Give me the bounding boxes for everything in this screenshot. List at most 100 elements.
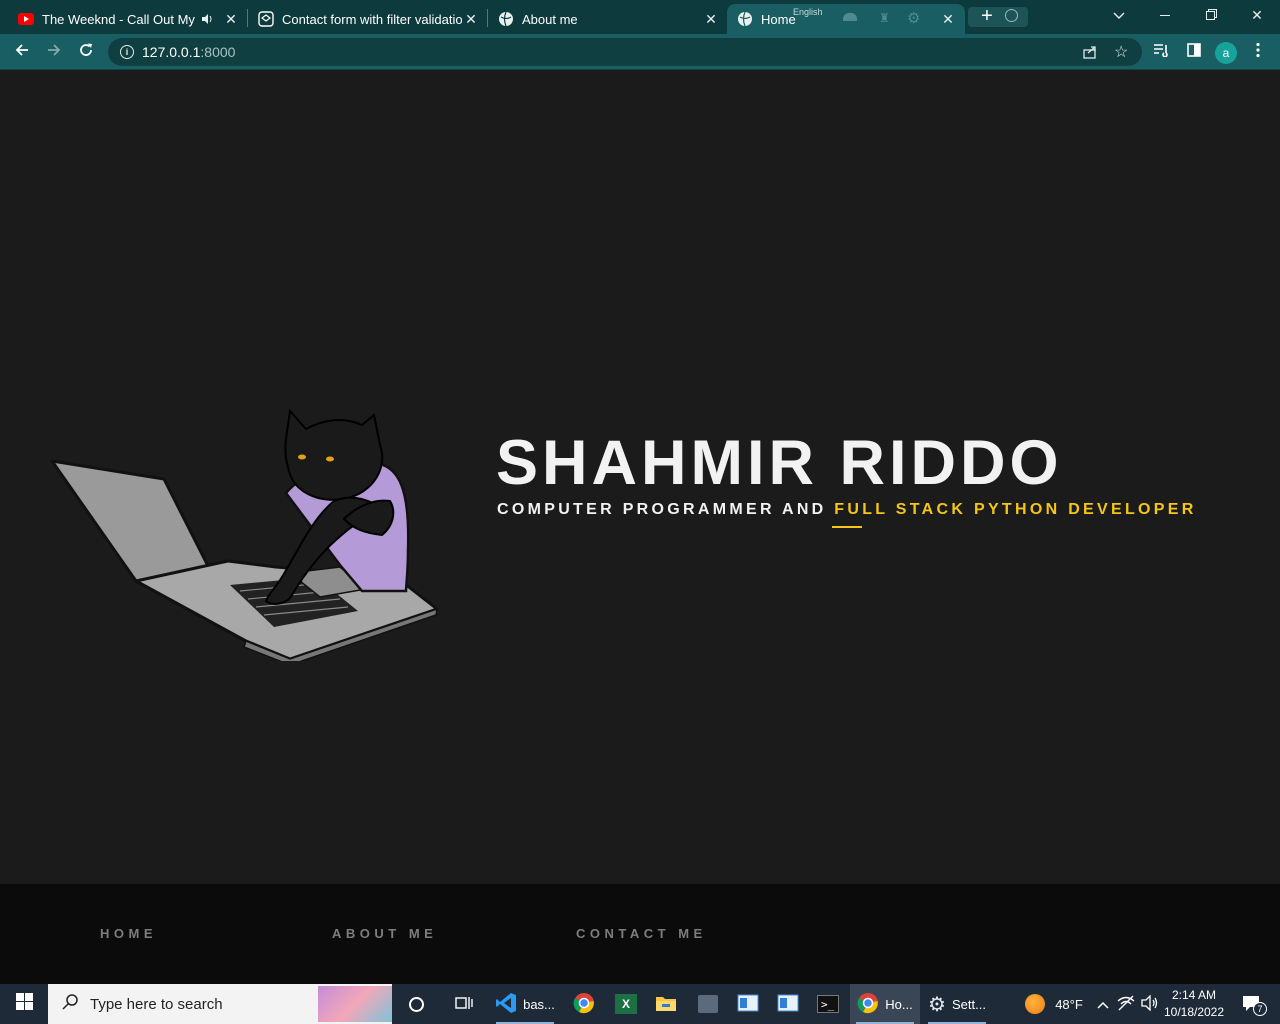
globe-icon [498,11,514,27]
taskbar-app-window-1[interactable] [728,984,768,1024]
hero-role-plain: COMPUTER PROGRAMMER AND [497,501,835,518]
side-panel-button[interactable] [1180,38,1208,66]
close-icon[interactable]: ✕ [939,10,957,28]
media-control-button[interactable] [1147,38,1175,66]
hero-accent-underline [832,526,862,528]
forward-button[interactable] [40,38,68,66]
tab-search-button[interactable] [1096,0,1142,30]
close-icon[interactable]: ✕ [222,10,240,28]
taskbar-search-box[interactable]: Type here to search [48,984,392,1024]
weather-temp: 48°F [1055,996,1083,1012]
taskbar-app-vscode[interactable]: bas... [490,984,560,1024]
tray-overflow-button[interactable] [1094,984,1112,1024]
search-highlight-image [318,986,392,1022]
volume-control[interactable] [1140,984,1160,1024]
tab-title: The Weeknd - Call Out My Name [42,11,198,27]
star-icon[interactable]: ☆ [1114,42,1128,62]
info-icon[interactable]: i [120,45,134,59]
vscode-icon [495,992,517,1017]
taskbar-app-keyboard[interactable] [688,984,728,1024]
tab-title: About me [522,11,578,27]
menu-button[interactable] [1244,38,1272,66]
footer-link-about[interactable]: ABOUT ME [332,926,437,941]
restore-button[interactable] [1188,0,1234,30]
network-status[interactable] [1116,984,1136,1024]
search-icon [62,994,78,1014]
page-viewport: SHAHMIR RIDDO COMPUTER PROGRAMMER AND FU… [0,71,1280,884]
cortana-button[interactable] [396,984,436,1024]
plus-icon: + [981,4,993,27]
restore-icon [1205,7,1217,23]
browser-tab-strip: The Weeknd - Call Out My Name ✕ Contact … [0,0,1280,34]
taskbar-app-terminal[interactable]: >_ [808,984,848,1024]
search-placeholder: Type here to search [90,995,223,1013]
minimize-button[interactable] [1142,0,1188,30]
windows-icon [15,993,33,1015]
reload-button[interactable] [72,38,100,66]
arrow-right-icon [46,42,62,63]
windows-taskbar: Type here to search bas... X >_ Ho... ⚙ … [0,984,1280,1024]
close-icon[interactable]: ✕ [462,10,480,28]
cat-typing-illustration [50,408,439,661]
weather-widget[interactable]: 48°F [1016,984,1092,1024]
notification-center-button[interactable]: 7 [1234,984,1268,1024]
terminal-icon: >_ [817,995,839,1013]
side-panel-icon [1187,42,1201,62]
address-bar[interactable]: i 127.0.0.1:8000 ☆ [108,38,1142,66]
network-disconnected-icon [1117,995,1135,1014]
task-view-button[interactable] [444,984,484,1024]
start-button[interactable] [0,984,48,1024]
taskbar-app-label: Ho... [885,996,913,1012]
taskbar-app-chrome[interactable] [564,984,604,1024]
tab-home[interactable]: Home English ♜ ⚙ ✕ [727,4,965,34]
excel-icon: X [615,994,637,1014]
taskbar-app-window-2[interactable] [768,984,808,1024]
url-host: 127.0.0.1 [142,44,201,60]
arrow-left-icon [14,42,30,63]
overlay-gear-icon: ⚙ [907,10,921,27]
tab-about-me[interactable]: About me ✕ [488,4,726,34]
hero-role: COMPUTER PROGRAMMER AND FULL STACK PYTHO… [497,500,1197,520]
playlist-music-icon [1153,43,1169,62]
close-icon[interactable]: ✕ [702,10,720,28]
overlay-toolbar-icon [843,13,857,21]
close-window-button[interactable]: ✕ [1234,0,1280,30]
clock[interactable]: 2:14 AM 10/18/2022 [1160,987,1228,1021]
speaker-icon[interactable] [198,10,216,28]
overlay-language-label: English [793,7,823,17]
youtube-icon [18,11,34,27]
chevron-down-icon [1113,7,1125,23]
footer-link-home[interactable]: HOME [100,926,157,941]
taskbar-app-excel[interactable]: X [606,984,646,1024]
profile-avatar[interactable]: a [1215,42,1237,64]
footer-link-contact[interactable]: CONTACT ME [576,926,707,941]
chrome-icon [857,992,879,1017]
tab-title: Home [761,11,796,27]
tab-youtube[interactable]: The Weeknd - Call Out My Name ✕ [8,4,246,34]
chrome-icon [573,992,595,1017]
clock-time: 2:14 AM [1171,988,1217,1002]
minimize-icon [1160,14,1170,16]
keyboard-app-icon [698,995,718,1013]
kebab-menu-icon [1256,42,1260,63]
codepen-icon [258,11,274,27]
tab-codepen[interactable]: Contact form with filter validation ✕ [248,4,486,34]
new-tab-button[interactable]: + [975,4,999,28]
share-icon[interactable] [1082,44,1098,63]
overlay-chess-icon: ♜ [879,11,890,25]
gear-icon: ⚙ [928,993,946,1016]
close-icon: ✕ [1251,6,1263,23]
speaker-icon [1141,993,1159,1014]
chevron-up-icon [1097,997,1109,1012]
taskbar-app-chrome-window[interactable]: Ho... [850,984,920,1024]
taskbar-app-file-explorer[interactable] [646,984,686,1024]
weather-sun-icon [1025,994,1046,1014]
globe-icon [737,11,753,27]
browser-toolbar: i 127.0.0.1:8000 ☆ a [0,34,1280,70]
hero-name: SHAHMIR RIDDO [496,428,1063,498]
taskbar-app-label: Sett... [951,996,986,1012]
window-app-icon [737,994,759,1015]
site-footer: HOME ABOUT ME CONTACT ME [0,884,1280,984]
taskbar-app-settings[interactable]: ⚙ Sett... [922,984,992,1024]
back-button[interactable] [8,38,36,66]
